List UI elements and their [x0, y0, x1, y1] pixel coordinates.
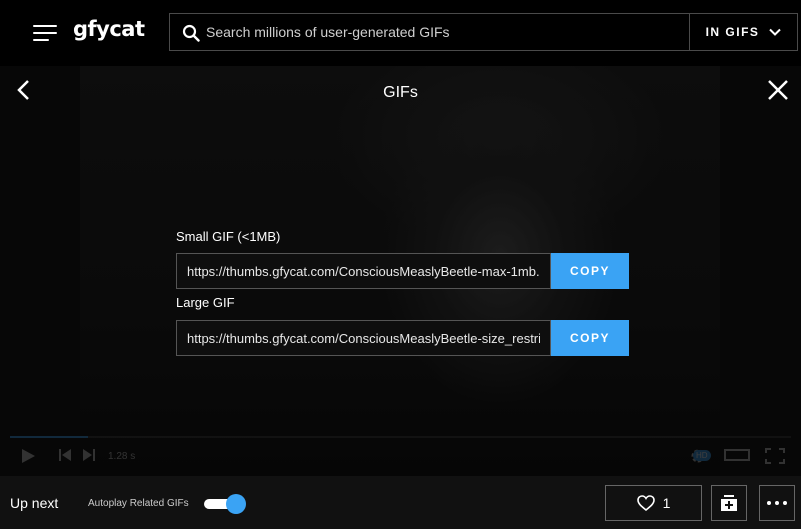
more-options-icon — [767, 501, 787, 505]
autoplay-label: Autoplay Related GIFs — [88, 498, 189, 509]
search-scope-label: IN GIFS — [705, 25, 760, 39]
bottom-bar: Up next Autoplay Related GIFs 1 — [0, 476, 801, 529]
up-next-label: Up next — [10, 495, 59, 511]
copy-large-gif-button[interactable]: COPY — [551, 320, 629, 356]
like-button[interactable]: 1 — [605, 485, 702, 521]
toggle-knob — [226, 494, 246, 514]
more-options-button[interactable] — [759, 485, 795, 521]
add-to-collection-button[interactable] — [711, 485, 747, 521]
modal-title: GIFs — [383, 84, 418, 101]
top-bar: gfycat IN GIFS — [0, 0, 801, 66]
search-icon[interactable] — [182, 24, 200, 42]
gif-player: 1.28 s HD GIFs Small GIF (<1MB) COPY Lar… — [0, 66, 801, 476]
like-count: 1 — [662, 495, 671, 511]
search-input[interactable] — [206, 14, 686, 50]
heart-icon — [636, 495, 655, 511]
small-gif-label: Small GIF (<1MB) — [176, 229, 281, 244]
small-gif-row: COPY — [176, 253, 629, 289]
hamburger-menu-icon[interactable] — [33, 24, 57, 42]
chevron-down-icon — [769, 28, 782, 36]
copy-small-gif-button[interactable]: COPY — [551, 253, 629, 289]
large-gif-label: Large GIF — [176, 295, 235, 310]
autoplay-toggle[interactable] — [204, 494, 246, 514]
close-icon[interactable] — [766, 78, 790, 102]
gfycat-logo[interactable]: gfycat — [73, 17, 145, 41]
large-gif-row: COPY — [176, 320, 629, 356]
large-gif-url-field[interactable] — [176, 320, 551, 356]
small-gif-url-field[interactable] — [176, 253, 551, 289]
add-to-collection-icon — [721, 495, 737, 511]
search-scope-dropdown[interactable]: IN GIFS — [689, 14, 797, 50]
search-bar: IN GIFS — [169, 13, 798, 51]
